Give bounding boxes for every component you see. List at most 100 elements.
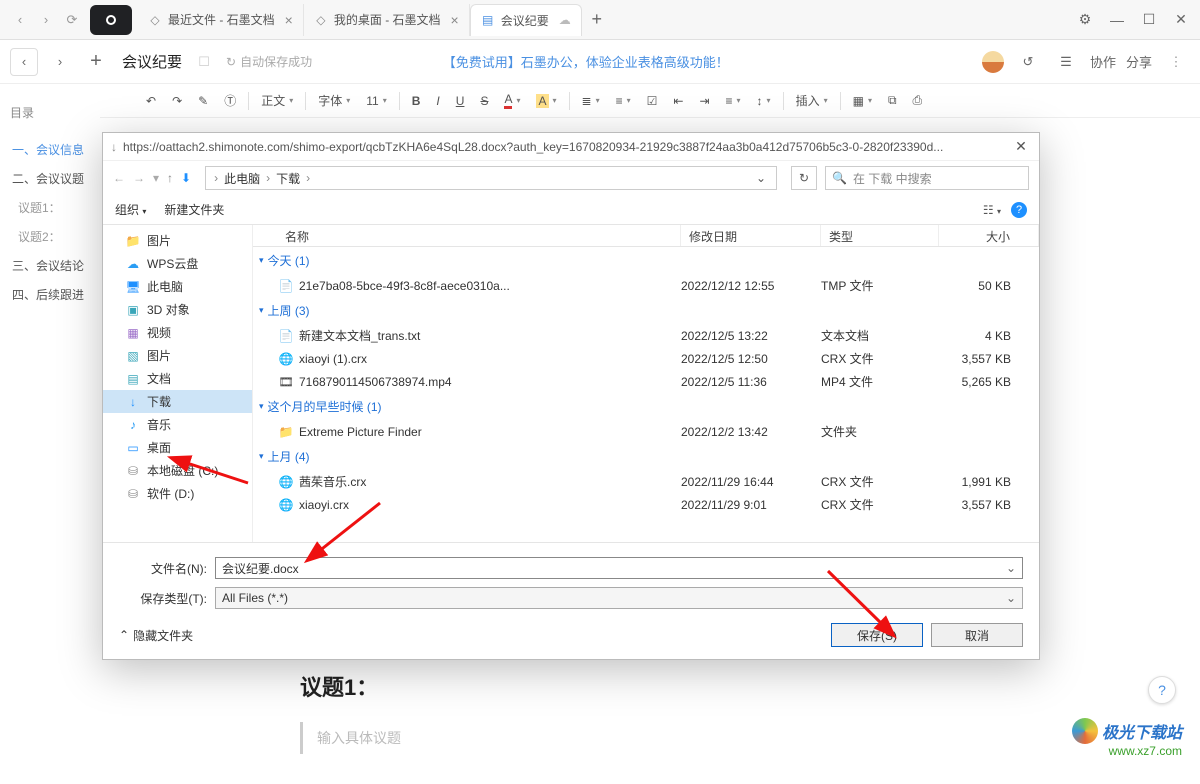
tree-item[interactable]: ⛁软件 (D:) <box>103 482 252 505</box>
close-icon[interactable]: ✕ <box>1011 138 1031 155</box>
outline-item[interactable]: 议题2： <box>10 222 90 251</box>
browser-tab-0[interactable]: ◇ 最近文件 - 石墨文档 × <box>138 4 304 36</box>
list-row[interactable]: 🎞7168790114506738974.mp42022/12/5 11:36M… <box>253 370 1039 393</box>
tree-item[interactable]: ▧图片 <box>103 344 252 367</box>
filename-input[interactable]: 会议纪要.docx⌄ <box>215 557 1023 579</box>
attach-icon[interactable]: ⧉ <box>882 91 903 110</box>
undo-icon[interactable]: ↶ <box>140 92 162 110</box>
tree-item[interactable]: ⛁本地磁盘 (C:) <box>103 459 252 482</box>
outline-item[interactable]: 四、后续跟进 <box>10 280 90 309</box>
spacing-icon[interactable]: ↕▾ <box>751 92 777 110</box>
list-group-header[interactable]: ▾ 上周 (3) <box>253 297 1039 324</box>
crumb-downloads[interactable]: 下载 <box>276 170 300 187</box>
forward-button[interactable]: › <box>46 48 74 76</box>
doc-placeholder[interactable]: 输入具体议题 <box>300 722 980 754</box>
browser-tab-1[interactable]: ◇ 我的桌面 - 石墨文档 × <box>304 4 470 36</box>
italic-button[interactable]: I <box>430 92 445 110</box>
col-name[interactable]: 名称 <box>257 225 681 246</box>
tree-item[interactable]: ▦视频 <box>103 321 252 344</box>
tree-item[interactable]: ▤文档 <box>103 367 252 390</box>
list-row[interactable]: 🌐xiaoyi.crx2022/11/29 9:01CRX 文件3,557 KB <box>253 493 1039 516</box>
chevron-down-icon[interactable]: ⌄ <box>756 171 770 185</box>
clear-format-icon[interactable]: Ⓣ <box>218 90 242 111</box>
savetype-select[interactable]: All Files (*.*)⌄ <box>215 587 1023 609</box>
grid-icon[interactable]: ▦▾ <box>847 92 878 110</box>
redo-icon[interactable]: ↷ <box>166 92 188 110</box>
bullet-list-icon[interactable]: ≣▾ <box>576 92 606 110</box>
size-select[interactable]: 11▾ <box>360 92 392 110</box>
nav-fwd-icon[interactable]: → <box>133 171 145 185</box>
check-list-icon[interactable]: ☑ <box>641 92 664 110</box>
outline-item[interactable]: 一、会议信息 <box>10 135 90 164</box>
nav-fwd[interactable]: › <box>34 8 58 32</box>
outline-item[interactable]: 三、会议结论 <box>10 251 90 280</box>
list-group-header[interactable]: ▾ 这个月的早些时候 (1) <box>253 393 1039 420</box>
list-row[interactable]: 🌐茜茱音乐.crx2022/11/29 16:44CRX 文件1,991 KB <box>253 470 1039 493</box>
close-icon[interactable]: × <box>285 12 293 28</box>
nav-up-icon[interactable]: ↑ <box>167 171 173 185</box>
indent-decrease-icon[interactable]: ⇤ <box>667 92 689 110</box>
color-button[interactable]: A▾ <box>498 90 526 111</box>
tree-item[interactable]: 📁图片 <box>103 229 252 252</box>
share-button[interactable]: 分享 <box>1126 52 1152 71</box>
tree-item[interactable]: ☁WPS云盘 <box>103 252 252 275</box>
search-input[interactable]: 🔍 在 下载 中搜索 <box>825 166 1029 190</box>
folder-tree[interactable]: 📁图片☁WPS云盘🖥此电脑▣3D 对象▦视频▧图片▤文档↓下载♪音乐▭桌面⛁本地… <box>103 225 253 542</box>
avatar[interactable] <box>982 51 1004 73</box>
hide-folders-toggle[interactable]: ⌃隐藏文件夹 <box>119 627 193 644</box>
strike-button[interactable]: S <box>474 92 494 110</box>
maximize-icon[interactable]: ☐ <box>1138 11 1160 28</box>
list-group-header[interactable]: ▾ 今天 (1) <box>253 247 1039 274</box>
col-type[interactable]: 类型 <box>821 225 939 246</box>
list-row[interactable]: 📁Extreme Picture Finder2022/12/2 13:42文件… <box>253 420 1039 443</box>
col-size[interactable]: 大小 <box>939 225 1039 246</box>
tree-item[interactable]: ▣3D 对象 <box>103 298 252 321</box>
history-icon[interactable]: ↺ <box>1014 48 1042 76</box>
add-button[interactable]: + <box>82 48 110 76</box>
tree-item[interactable]: ↓下载 <box>103 390 252 413</box>
back-button[interactable]: ‹ <box>10 48 38 76</box>
new-tab-button[interactable]: + <box>582 9 612 30</box>
home-button[interactable] <box>90 5 132 35</box>
gear-icon[interactable]: ⚙ <box>1074 11 1096 28</box>
list-group-header[interactable]: ▾ 上月 (4) <box>253 443 1039 470</box>
close-icon[interactable]: × <box>451 12 459 28</box>
tree-item[interactable]: 🖥此电脑 <box>103 275 252 298</box>
nav-back-icon[interactable]: ← <box>113 171 125 185</box>
breadcrumb[interactable]: › 此电脑 › 下载 › ⌄ <box>205 166 777 190</box>
view-mode-icon[interactable]: ☷ ▾ <box>983 203 1001 217</box>
doc-heading[interactable]: 议题1： <box>300 670 980 702</box>
help-icon[interactable]: ? <box>1011 202 1027 218</box>
chevron-down-icon[interactable]: ▾ <box>153 171 159 185</box>
outline-item[interactable]: 议题1： <box>10 193 90 222</box>
outline-item[interactable]: 二、会议议题 <box>10 164 90 193</box>
tree-item[interactable]: ♪音乐 <box>103 413 252 436</box>
list-row[interactable]: 📄21e7ba08-5bce-49f3-8c8f-aece0310a...202… <box>253 274 1039 297</box>
chat-icon[interactable]: ☰ <box>1052 48 1080 76</box>
align-icon[interactable]: ≡▾ <box>720 92 747 110</box>
new-folder-button[interactable]: 新建文件夹 <box>164 201 224 218</box>
underline-button[interactable]: U <box>450 92 471 110</box>
font-select[interactable]: 字体▾ <box>312 90 356 111</box>
trial-banner[interactable]: 【免费试用】石墨办公，体验企业表格高级功能！ <box>443 52 729 71</box>
more-icon[interactable]: ⋮ <box>1162 48 1190 76</box>
paint-icon[interactable]: ✎ <box>192 92 214 110</box>
help-button[interactable]: ? <box>1148 676 1176 704</box>
bookmark-icon[interactable]: ☐ <box>190 48 218 76</box>
insert-menu[interactable]: 插入▾ <box>790 90 834 111</box>
browser-tab-2[interactable]: ▤ 会议纪要 ☁ <box>470 4 582 36</box>
highlight-button[interactable]: A▾ <box>530 92 562 110</box>
nav-reload[interactable]: ⟳ <box>60 8 84 32</box>
tree-item[interactable]: ▭桌面 <box>103 436 252 459</box>
refresh-button[interactable]: ↻ <box>791 166 817 190</box>
crumb-pc[interactable]: 此电脑 <box>224 170 260 187</box>
ordered-list-icon[interactable]: ≡▾ <box>610 92 637 110</box>
cancel-button[interactable]: 取消 <box>931 623 1023 647</box>
indent-increase-icon[interactable]: ⇥ <box>693 92 715 110</box>
nav-back[interactable]: ‹ <box>8 8 32 32</box>
organize-menu[interactable]: 组织 ▾ <box>115 201 146 218</box>
list-row[interactable]: 🌐xiaoyi (1).crx2022/12/5 12:50CRX 文件3,55… <box>253 347 1039 370</box>
close-window-icon[interactable]: ✕ <box>1170 11 1192 28</box>
bold-button[interactable]: B <box>406 92 427 110</box>
collab-button[interactable]: 协作 <box>1090 52 1116 71</box>
